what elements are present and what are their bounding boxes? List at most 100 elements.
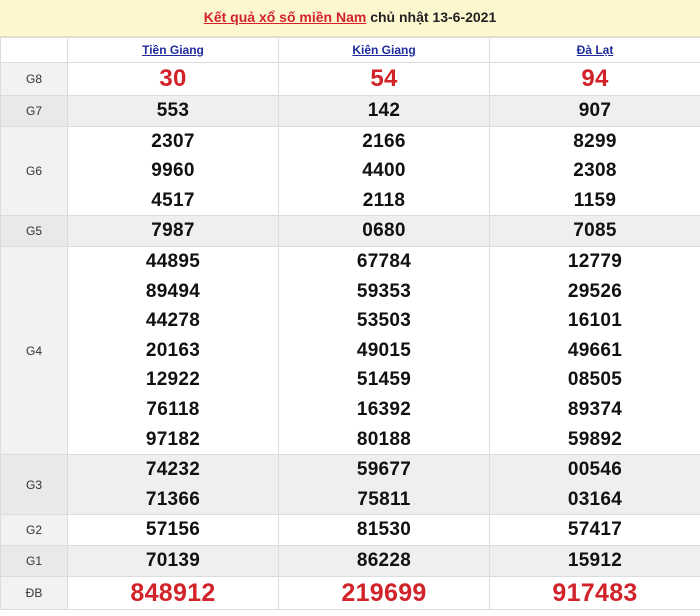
- prize-number: 8299: [573, 130, 617, 152]
- prize-number: 2166: [362, 130, 406, 152]
- prize-cell: 7085: [489, 215, 700, 247]
- prize-row-g3: G3 74232 71366 59677 75811 00546 03164: [0, 454, 700, 516]
- special-prize-number: 219699: [341, 578, 427, 607]
- results-table: Tiền Giang Kiên Giang Đà Lạt G8 30 54 94…: [0, 37, 700, 610]
- prize-column-header: [0, 37, 68, 63]
- prize-number: 142: [367, 100, 401, 121]
- prize-label: G1: [0, 544, 68, 577]
- prize-number: 08505: [567, 369, 623, 391]
- prize-number: 59892: [567, 428, 623, 450]
- prize-cell: 57156: [67, 514, 279, 546]
- prize-cell: 44895 89494 44278 20163 12922 76118 9718…: [67, 245, 279, 456]
- prize-number: 86228: [356, 549, 412, 571]
- province-header: Kiên Giang: [278, 37, 490, 63]
- prize-number: 15912: [567, 549, 623, 571]
- prize-number: 54: [370, 65, 398, 92]
- prize-number: 907: [578, 100, 612, 121]
- province-header-row: Tiền Giang Kiên Giang Đà Lạt: [0, 37, 700, 63]
- prize-number: 74232: [145, 459, 201, 481]
- prize-cell: 12779 29526 16101 49661 08505 89374 5989…: [489, 245, 700, 456]
- prize-cell: 7987: [67, 215, 279, 247]
- prize-row-g7: G7 553 142 907: [0, 95, 700, 127]
- prize-cell: 00546 03164: [489, 454, 700, 516]
- prize-label: G4: [0, 245, 68, 456]
- draw-date: chủ nhật 13-6-2021: [370, 9, 497, 25]
- prize-cell: 74232 71366: [67, 454, 279, 516]
- prize-number: 2118: [362, 189, 406, 211]
- special-prize-number: 848912: [130, 578, 216, 607]
- prize-number: 71366: [145, 488, 201, 510]
- prize-cell: 86228: [278, 544, 490, 577]
- prize-number: 44278: [145, 310, 201, 332]
- province-header: Tiền Giang: [67, 37, 279, 63]
- prize-number: 59353: [356, 280, 412, 302]
- prize-number: 81530: [356, 519, 412, 541]
- prize-number: 67784: [356, 250, 412, 272]
- prize-row-g2: G2 57156 81530 57417: [0, 514, 700, 546]
- province-link-da-lat[interactable]: Đà Lạt: [577, 43, 614, 57]
- prize-number: 30: [159, 65, 187, 92]
- prize-label: G6: [0, 125, 68, 217]
- prize-label: G3: [0, 454, 68, 516]
- prize-number: 1159: [573, 189, 617, 211]
- prize-number: 4400: [362, 160, 406, 182]
- province-link-kien-giang[interactable]: Kiên Giang: [352, 43, 415, 57]
- prize-cell: 94: [489, 62, 700, 96]
- prize-number: 80188: [356, 428, 412, 450]
- prize-number: 7085: [573, 220, 617, 242]
- prize-row-g5: G5 7987 0680 7085: [0, 215, 700, 247]
- prize-number: 97182: [145, 428, 201, 450]
- prize-cell: 553: [67, 95, 279, 127]
- prize-number: 51459: [356, 369, 412, 391]
- prize-row-g1: G1 70139 86228 15912: [0, 544, 700, 577]
- prize-cell: 219699: [278, 575, 490, 610]
- prize-cell: 81530: [278, 514, 490, 546]
- prize-cell: 54: [278, 62, 490, 96]
- prize-row-g4: G4 44895 89494 44278 20163 12922 76118 9…: [0, 245, 700, 456]
- prize-cell: 59677 75811: [278, 454, 490, 516]
- prize-cell: 917483: [489, 575, 700, 610]
- results-title-link[interactable]: Kết quả xổ số miền Nam: [204, 9, 367, 25]
- prize-number: 49015: [356, 339, 412, 361]
- prize-number: 9960: [151, 160, 195, 182]
- prize-row-g8: G8 30 54 94: [0, 62, 700, 96]
- results-header: Kết quả xổ số miền Nam chủ nhật 13-6-202…: [0, 0, 700, 37]
- prize-cell: 2166 4400 2118: [278, 125, 490, 217]
- prize-number: 2308: [573, 160, 617, 182]
- prize-number: 57417: [567, 519, 623, 541]
- prize-number: 553: [156, 100, 190, 121]
- prize-cell: 142: [278, 95, 490, 127]
- prize-row-g6: G6 2307 9960 4517 2166 4400 2118 8299 23…: [0, 125, 700, 217]
- prize-cell: 8299 2308 1159: [489, 125, 700, 217]
- prize-number: 7987: [151, 220, 195, 242]
- prize-number: 0680: [362, 220, 406, 242]
- prize-cell: 70139: [67, 544, 279, 577]
- province-header: Đà Lạt: [489, 37, 700, 63]
- prize-number: 75811: [357, 488, 411, 510]
- prize-number: 12922: [145, 369, 201, 391]
- prize-cell: 30: [67, 62, 279, 96]
- prize-cell: 907: [489, 95, 700, 127]
- prize-number: 76118: [146, 398, 200, 420]
- prize-cell: 57417: [489, 514, 700, 546]
- prize-number: 57156: [145, 519, 201, 541]
- prize-number: 49661: [567, 339, 623, 361]
- prize-number: 59677: [356, 459, 412, 481]
- prize-row-special: ĐB 848912 219699 917483: [0, 575, 700, 610]
- prize-cell: 2307 9960 4517: [67, 125, 279, 217]
- prize-label: G5: [0, 215, 68, 247]
- prize-label: G8: [0, 62, 68, 96]
- prize-label: ĐB: [0, 575, 68, 610]
- prize-label: G2: [0, 514, 68, 546]
- prize-cell: 848912: [67, 575, 279, 610]
- prize-number: 44895: [145, 250, 201, 272]
- prize-number: 03164: [567, 488, 623, 510]
- prize-number: 00546: [567, 459, 623, 481]
- province-link-tien-giang[interactable]: Tiền Giang: [142, 43, 204, 57]
- prize-number: 29526: [567, 280, 623, 302]
- prize-number: 4517: [151, 189, 195, 211]
- prize-number: 53503: [356, 310, 412, 332]
- prize-number: 89374: [567, 398, 623, 420]
- prize-number: 16392: [356, 398, 412, 420]
- prize-number: 16101: [567, 310, 623, 332]
